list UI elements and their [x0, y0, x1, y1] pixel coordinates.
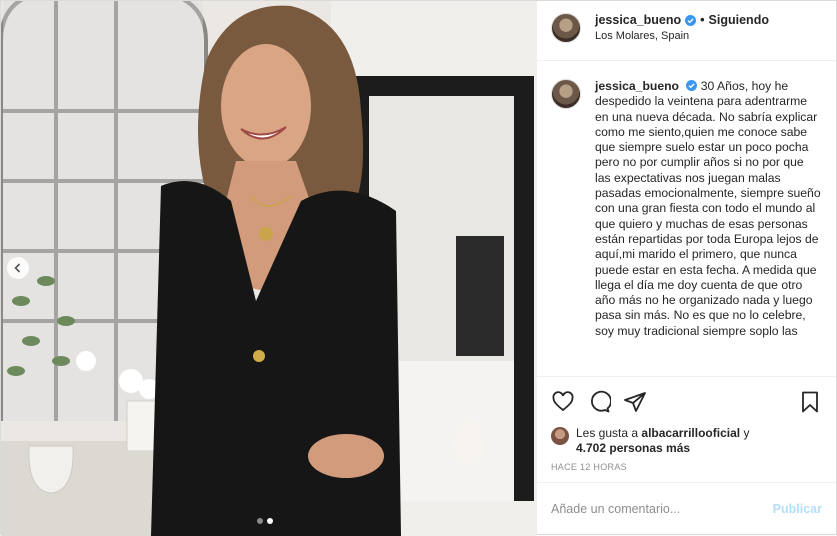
separator: •: [700, 13, 705, 27]
bookmark-icon[interactable]: [798, 390, 822, 414]
comment-form: Añade un comentario... Publicar: [537, 482, 836, 534]
caption-text-block: jessica_bueno 30 Años, hoy he despedido …: [595, 79, 822, 376]
likes-summary: Les gusta a albacarrillooficial y 4.702 …: [537, 426, 836, 460]
likes-count-link[interactable]: 4.702 personas más: [576, 441, 690, 455]
verified-badge-icon: [686, 80, 698, 91]
chevron-left-icon: [14, 263, 21, 273]
carousel-indicator: [257, 518, 273, 524]
username-link[interactable]: jessica_bueno: [595, 13, 681, 27]
action-bar: [537, 376, 836, 426]
post-author: jessica_bueno • Siguiendo Los Molares, S…: [595, 13, 769, 42]
post-timestamp[interactable]: HACE 12 HORAS: [537, 460, 836, 482]
previous-photo-button[interactable]: [7, 257, 29, 279]
carousel-dot-active: [267, 518, 273, 524]
caption-username[interactable]: jessica_bueno: [595, 79, 679, 93]
caption-text: 30 Años, hoy he despedido la veintena pa…: [595, 79, 821, 338]
comment-bubble-icon[interactable]: [587, 390, 611, 414]
publish-button[interactable]: Publicar: [773, 502, 822, 516]
post-header: jessica_bueno • Siguiendo Los Molares, S…: [537, 1, 836, 61]
avatar[interactable]: [551, 13, 581, 43]
location-link[interactable]: Los Molares, Spain: [595, 30, 769, 42]
heart-icon[interactable]: [551, 390, 575, 414]
likes-prefix: Les gusta a: [576, 426, 639, 440]
avatar[interactable]: [551, 427, 569, 445]
following-button[interactable]: Siguiendo: [709, 13, 769, 27]
post-photo[interactable]: [1, 1, 536, 536]
verified-badge-icon: [685, 14, 697, 26]
likes-conjunction: y: [743, 426, 750, 440]
liker-username-link[interactable]: albacarrillooficial: [641, 426, 740, 440]
carousel-dot: [257, 518, 263, 524]
caption-area: jessica_bueno 30 Años, hoy he despedido …: [537, 61, 836, 376]
photo-illustration: [1, 1, 536, 536]
avatar[interactable]: [551, 79, 581, 109]
paper-plane-icon[interactable]: [623, 390, 647, 414]
instagram-post: jessica_bueno • Siguiendo Los Molares, S…: [0, 0, 837, 536]
comment-input[interactable]: Añade un comentario...: [551, 502, 773, 516]
post-sidebar: jessica_bueno • Siguiendo Los Molares, S…: [536, 1, 836, 534]
